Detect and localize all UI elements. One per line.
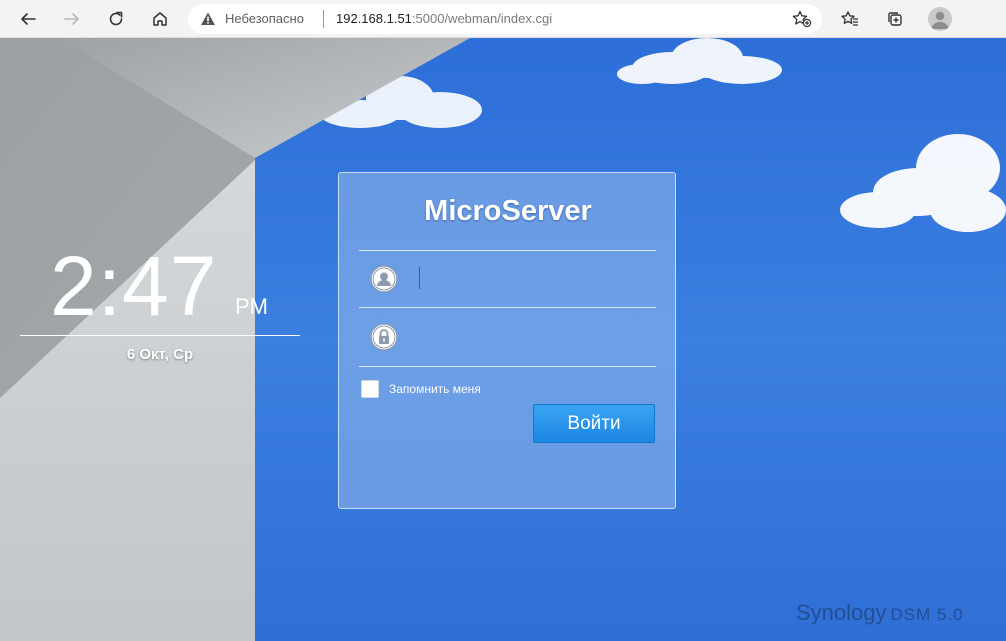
divider	[359, 307, 656, 308]
remember-me[interactable]: Запомнить меня	[361, 379, 481, 399]
login-button[interactable]: Войти	[533, 404, 655, 443]
login-page: 2:47 PM 6 Окт, Ср MicroServer Запомнить …	[0, 38, 1006, 641]
address-separator	[323, 10, 324, 28]
reload-icon[interactable]	[102, 5, 130, 33]
home-icon[interactable]	[146, 5, 174, 33]
remember-me-checkbox[interactable]	[361, 380, 379, 398]
brand-product: DSM 5.0	[890, 605, 964, 624]
forward-arrow-icon[interactable]	[58, 5, 86, 33]
synology-dsm-logo: Synology DSM 5.0	[796, 600, 996, 628]
username-input[interactable]	[415, 261, 649, 297]
url-text[interactable]: 192.168.1.51:5000/webman/index.cgi	[336, 11, 552, 26]
username-field[interactable]	[359, 251, 656, 307]
server-name-title: MicroServer	[424, 195, 592, 227]
collections-icon[interactable]	[881, 5, 909, 33]
url-path: :5000/webman/index.cgi	[411, 11, 553, 26]
cloud-decoration	[617, 38, 782, 84]
clock-date: 6 Окт, Ср	[126, 346, 194, 363]
add-favorite-icon[interactable]	[792, 10, 812, 28]
url-host: 192.168.1.51	[336, 11, 412, 26]
remember-me-label[interactable]: Запомнить меня	[389, 382, 481, 396]
warning-icon[interactable]	[200, 11, 216, 27]
profile-icon[interactable]	[928, 7, 952, 31]
back-arrow-icon[interactable]	[14, 5, 42, 33]
lock-icon	[370, 323, 398, 351]
insecure-label[interactable]: Небезопасно	[225, 11, 304, 26]
password-input[interactable]	[415, 319, 649, 355]
password-field[interactable]	[359, 309, 656, 365]
login-panel: MicroServer Запомнить меня Войти	[338, 172, 676, 509]
browser-toolbar: Небезопасно 192.168.1.51:5000/webman/ind…	[0, 0, 1006, 38]
clock-divider	[20, 335, 300, 336]
address-bar[interactable]: Небезопасно 192.168.1.51:5000/webman/ind…	[188, 4, 822, 34]
clock-ampm: PM	[235, 294, 268, 319]
clock-time: 2:47	[50, 239, 218, 333]
brand-vendor: Synology	[796, 600, 887, 625]
clock-widget: 2:47 PM 6 Окт, Ср	[20, 238, 300, 368]
cloud-decoration	[840, 134, 1006, 232]
user-icon	[370, 265, 398, 293]
favorites-icon[interactable]	[836, 5, 864, 33]
divider	[359, 366, 656, 367]
